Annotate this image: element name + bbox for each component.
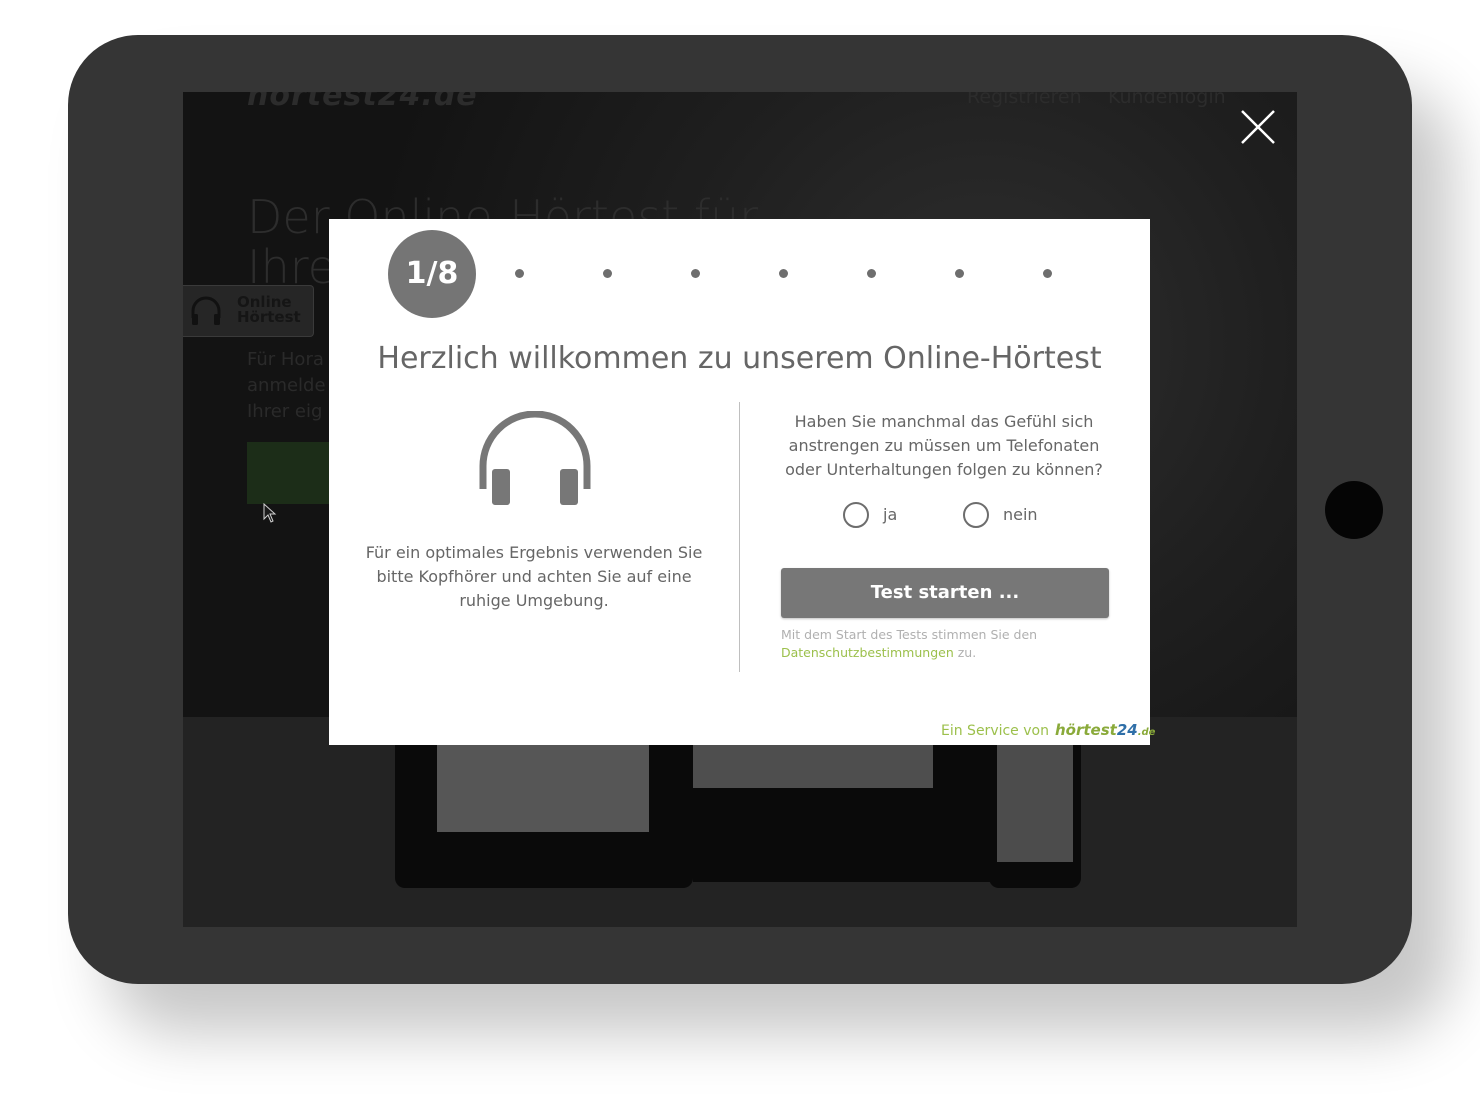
radio-ja[interactable] [843, 502, 869, 528]
step-dot-6 [867, 269, 876, 278]
step-dot-5 [779, 269, 788, 278]
side-tab-label: Online Hörtest [237, 295, 317, 325]
close-icon[interactable] [1240, 109, 1276, 145]
hoertest24-logo-word: hörtest [1055, 721, 1117, 739]
side-tab-label-line2: Hörtest [237, 308, 301, 326]
modal-title: Herzlich willkommen zu unserem Online-Hö… [377, 341, 1102, 376]
step-dot-4 [691, 269, 700, 278]
side-tab-online-hoertest[interactable]: Online Hörtest [183, 285, 317, 523]
consent-prefix: Mit dem Start des Tests stimmen Sie den [781, 627, 1038, 642]
hoertest-modal: 1/8 Herzlich willkommen zu unserem Onlin… [329, 219, 1155, 745]
start-test-button[interactable]: Test starten ... [781, 568, 1109, 618]
hoertest24-logo[interactable]: hörtest24.de [1055, 721, 1155, 739]
privacy-policy-link[interactable]: Datenschutzbestimmungen [781, 645, 954, 660]
hoertest24-logo-tld: .de [1137, 727, 1156, 738]
headphone-instruction: Für ein optimales Ergebnis verwenden Sie… [365, 543, 703, 610]
step-dot-3 [603, 269, 612, 278]
background-nav-register: Registrieren [967, 92, 1082, 108]
radio-nein-label[interactable]: nein [1003, 505, 1038, 524]
radio-ja-label[interactable]: ja [883, 505, 897, 524]
service-text: Ein Service von [941, 723, 1049, 739]
consent-suffix: zu. [957, 645, 977, 660]
consent-text: Mit dem Start des Tests stimmen Sie den … [781, 626, 1081, 662]
tablet-home-button [1325, 481, 1383, 539]
background-nav-login: Kundenlogin [1108, 92, 1226, 108]
headphones-icon [191, 296, 221, 325]
cursor-icon [263, 503, 277, 523]
background-logo: hörtest24.de [247, 92, 478, 113]
step-dot-2 [515, 269, 524, 278]
radio-nein[interactable] [963, 502, 989, 528]
modal-divider [739, 402, 740, 672]
hoertest24-logo-number: 24 [1116, 721, 1138, 739]
question-text: Haben Sie manchmal das Gefühl sich anstr… [785, 412, 1103, 479]
step-dot-8 [1043, 269, 1052, 278]
headphones-icon [479, 411, 591, 505]
step-indicator-current: 1/8 [388, 230, 476, 318]
step-dot-7 [955, 269, 964, 278]
